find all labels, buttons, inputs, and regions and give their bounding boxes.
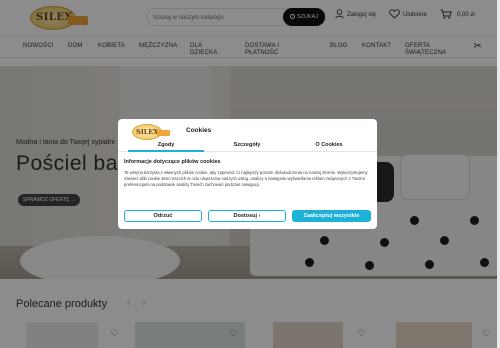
chevron-right-icon: › [258, 213, 261, 219]
accept-all-button[interactable]: Zaakceptuj wszystkie [292, 210, 371, 222]
cookie-modal: SILEX Cookies Zgody Szczegóły O Cookies … [118, 119, 377, 229]
tab-details[interactable]: Szczegóły [209, 142, 285, 148]
tab-consents[interactable]: Zgody [128, 142, 204, 148]
modal-logo-tag [157, 130, 170, 136]
tab-about-cookies[interactable]: O Cookies [291, 142, 367, 148]
customize-button[interactable]: Dostosuj › [208, 210, 286, 222]
modal-tabs: Zgody Szczegóły O Cookies [118, 140, 377, 152]
active-tab-indicator [128, 150, 204, 152]
modal-heading: Informacje dotyczące plików cookies [124, 159, 221, 165]
refuse-button[interactable]: Odrzuć [124, 210, 202, 222]
modal-body-text: Ta witryna korzysta z własnych plików co… [124, 170, 368, 187]
modal-logo: SILEX [132, 124, 170, 140]
modal-logo-text: SILEX [136, 128, 159, 136]
modal-title: Cookies [186, 127, 212, 134]
customize-button-label: Dostosuj [233, 213, 258, 219]
